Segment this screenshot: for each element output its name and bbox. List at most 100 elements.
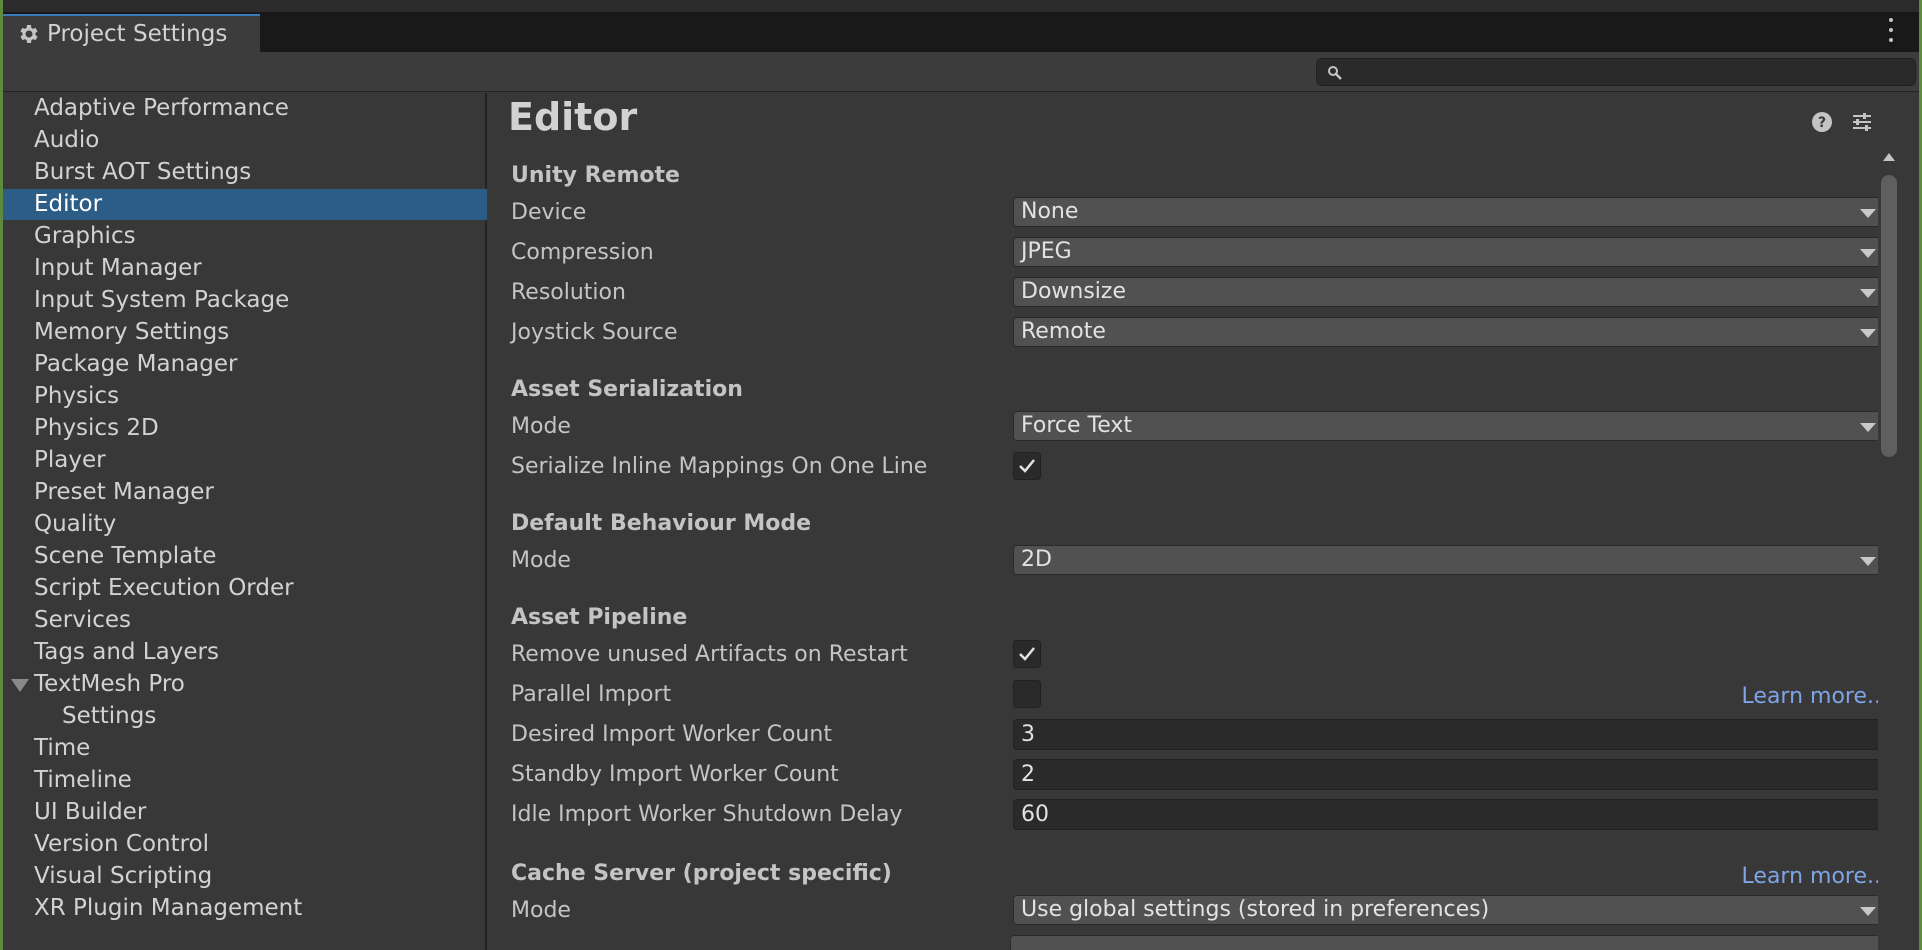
sidebar-item-preset-manager[interactable]: Preset Manager xyxy=(3,477,487,508)
search-box[interactable] xyxy=(1316,58,1916,86)
window-menu-icon[interactable] xyxy=(1881,18,1901,42)
joystick-source-label: Joystick Source xyxy=(511,320,678,345)
sidebar-item-adaptive-performance[interactable]: Adaptive Performance xyxy=(3,93,487,124)
cache-server-mode-label: Mode xyxy=(511,898,571,923)
idle-shutdown-delay-label: Idle Import Worker Shutdown Delay xyxy=(511,802,903,827)
project-settings-window: Project Settings Adaptive Performance Aud… xyxy=(0,0,1922,950)
compression-dropdown[interactable]: JPEG xyxy=(1013,237,1887,267)
sidebar-item-burst-aot-settings[interactable]: Burst AOT Settings xyxy=(3,157,487,188)
behaviour-mode-value: 2D xyxy=(1021,547,1052,572)
chevron-down-icon xyxy=(1860,289,1876,298)
sidebar-item-label: Physics xyxy=(34,383,120,409)
sidebar-item-package-manager[interactable]: Package Manager xyxy=(3,349,487,380)
sidebar-item-quality[interactable]: Quality xyxy=(3,509,487,540)
compression-label: Compression xyxy=(511,240,654,265)
sidebar-item-player[interactable]: Player xyxy=(3,445,487,476)
resolution-label: Resolution xyxy=(511,280,626,305)
tab-label: Project Settings xyxy=(47,21,228,47)
sidebar-item-label: Editor xyxy=(34,191,103,217)
sidebar-item-xr-plugin-management[interactable]: XR Plugin Management xyxy=(3,893,487,924)
behaviour-mode-label: Mode xyxy=(511,548,571,573)
page-title: Editor xyxy=(508,95,638,139)
sidebar-item-physics[interactable]: Physics xyxy=(3,381,487,412)
sidebar-item-label: Settings xyxy=(62,703,157,729)
parallel-import-checkbox[interactable] xyxy=(1013,680,1041,708)
settings-sidebar: Adaptive Performance Audio Burst AOT Setti… xyxy=(3,93,487,950)
remove-artifacts-label: Remove unused Artifacts on Restart xyxy=(511,642,908,667)
title-bar: Project Settings xyxy=(3,0,1919,52)
expand-arrow-icon[interactable] xyxy=(11,679,29,692)
sidebar-item-textmesh-pro[interactable]: TextMesh Pro xyxy=(3,669,487,700)
scroll-up-icon[interactable] xyxy=(1883,153,1895,161)
sidebar-item-audio[interactable]: Audio xyxy=(3,125,487,156)
svg-text:?: ? xyxy=(1818,115,1826,131)
sidebar-item-tags-and-layers[interactable]: Tags and Layers xyxy=(3,637,487,668)
sidebar-item-input-manager[interactable]: Input Manager xyxy=(3,253,487,284)
joystick-source-dropdown[interactable]: Remote xyxy=(1013,317,1887,347)
sidebar-item-version-control[interactable]: Version Control xyxy=(3,829,487,860)
sidebar-item-services[interactable]: Services xyxy=(3,605,487,636)
chevron-down-icon xyxy=(1860,249,1876,258)
help-icon[interactable]: ? xyxy=(1810,110,1834,134)
device-label: Device xyxy=(511,200,587,225)
section-cache-server: Cache Server (project specific) xyxy=(511,861,892,886)
sidebar-item-label: Time xyxy=(34,735,91,761)
checkmark-icon xyxy=(1019,647,1035,661)
cache-server-mode-dropdown[interactable]: Use global settings (stored in preferenc… xyxy=(1013,895,1887,925)
sidebar-item-label: Adaptive Performance xyxy=(34,95,289,121)
sidebar-item-label: Visual Scripting xyxy=(34,863,213,889)
tab-project-settings[interactable]: Project Settings xyxy=(3,14,260,52)
sidebar-item-physics-2d[interactable]: Physics 2D xyxy=(3,413,487,444)
device-dropdown[interactable]: None xyxy=(1013,197,1887,227)
resolution-dropdown[interactable]: Downsize xyxy=(1013,277,1887,307)
sidebar-item-label: Input System Package xyxy=(34,287,290,313)
sidebar-item-editor[interactable]: Editor xyxy=(3,189,487,220)
sidebar-item-graphics[interactable]: Graphics xyxy=(3,221,487,252)
sidebar-item-timeline[interactable]: Timeline xyxy=(3,765,487,796)
settings-content: Editor ? Unity Remote Device None Compre… xyxy=(490,93,1900,950)
standby-worker-count-field[interactable]: 2 xyxy=(1013,759,1887,790)
gear-icon xyxy=(15,21,41,47)
section-default-behaviour-mode: Default Behaviour Mode xyxy=(511,511,812,536)
sidebar-item-visual-scripting[interactable]: Visual Scripting xyxy=(3,861,487,892)
sidebar-item-settings[interactable]: Settings xyxy=(3,701,487,732)
sidebar-item-label: Scene Template xyxy=(34,543,217,569)
resolution-value: Downsize xyxy=(1021,279,1126,304)
cache-server-mode-value: Use global settings (stored in preferenc… xyxy=(1021,897,1490,922)
sidebar-item-memory-settings[interactable]: Memory Settings xyxy=(3,317,487,348)
parallel-import-learn-more-link[interactable]: Learn more... xyxy=(1742,684,1888,709)
joystick-source-value: Remote xyxy=(1021,319,1106,344)
sidebar-item-label: Memory Settings xyxy=(34,319,230,345)
sidebar-item-label: Input Manager xyxy=(34,255,202,281)
serialization-mode-value: Force Text xyxy=(1021,413,1133,438)
sidebar-item-scene-template[interactable]: Scene Template xyxy=(3,541,487,572)
sidebar-item-script-execution-order[interactable]: Script Execution Order xyxy=(3,573,487,604)
idle-shutdown-delay-field[interactable]: 60 xyxy=(1013,799,1887,830)
desired-worker-count-field[interactable]: 3 xyxy=(1013,719,1887,750)
sidebar-item-time[interactable]: Time xyxy=(3,733,487,764)
chevron-down-icon xyxy=(1860,423,1876,432)
parallel-import-label: Parallel Import xyxy=(511,682,672,707)
serialization-mode-dropdown[interactable]: Force Text xyxy=(1013,411,1887,441)
sidebar-item-label: Audio xyxy=(34,127,100,153)
sidebar-item-input-system-package[interactable]: Input System Package xyxy=(3,285,487,316)
sidebar-item-label: UI Builder xyxy=(34,799,147,825)
cache-server-next-dropdown[interactable] xyxy=(1010,935,1884,950)
remove-artifacts-checkbox[interactable] xyxy=(1013,640,1041,668)
sidebar-item-label: Player xyxy=(34,447,106,473)
toolbar xyxy=(3,52,1919,92)
sidebar-item-ui-builder[interactable]: UI Builder xyxy=(3,797,487,828)
search-input[interactable] xyxy=(1351,62,1901,82)
scrollbar-thumb[interactable] xyxy=(1881,175,1897,457)
sidebar-item-label: Timeline xyxy=(34,767,132,793)
search-icon xyxy=(1327,65,1343,81)
title-bar-strip xyxy=(3,0,1919,12)
section-asset-serialization: Asset Serialization xyxy=(511,377,743,402)
preset-icon[interactable] xyxy=(1850,110,1874,134)
chevron-down-icon xyxy=(1860,907,1876,916)
vertical-scrollbar[interactable] xyxy=(1878,93,1900,950)
chevron-down-icon xyxy=(1860,557,1876,566)
behaviour-mode-dropdown[interactable]: 2D xyxy=(1013,545,1887,575)
cache-server-learn-more-link[interactable]: Learn more... xyxy=(1742,864,1888,889)
serialize-inline-checkbox[interactable] xyxy=(1013,452,1041,480)
